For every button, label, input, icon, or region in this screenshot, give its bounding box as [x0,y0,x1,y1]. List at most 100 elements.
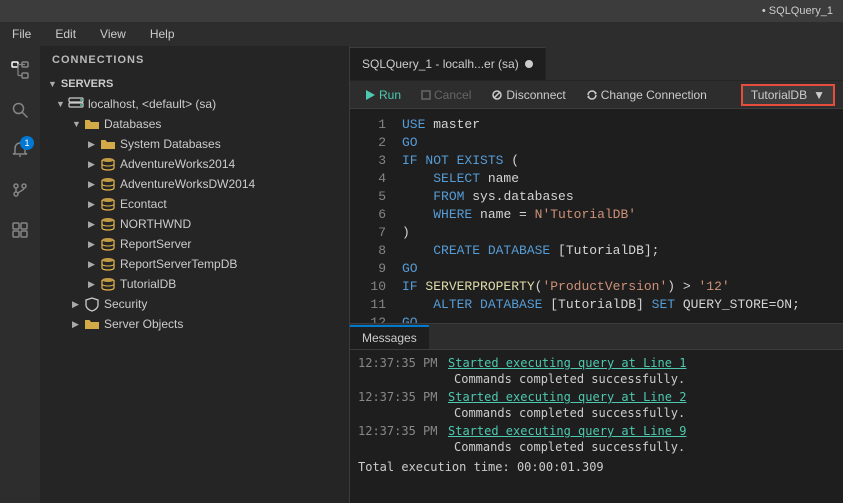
code-token: [TutorialDB]; [550,243,659,258]
tree-label-security: Security [104,297,147,311]
tree-item-server[interactable]: ▼localhost, <default> (sa) [40,94,349,114]
cancel-label: Cancel [434,88,471,102]
line-number-9: 9 [358,261,386,276]
tree-label-reportservertempdb: ReportServerTempDB [120,257,237,271]
git-activity-icon[interactable] [4,174,36,206]
code-content-6[interactable]: WHERE name = N'TutorialDB' [402,207,835,222]
code-token: SELECT [433,171,480,186]
sidebar: CONNECTIONS ▼ SERVERS ▼localhost, <defau… [40,46,350,503]
tree-arrow-databases: ▼ [72,119,84,129]
tree-item-server-objects[interactable]: ▶Server Objects [40,314,349,334]
change-connection-button[interactable]: Change Connection [580,86,713,104]
code-content-11[interactable]: ALTER DATABASE [TutorialDB] SET QUERY_ST… [402,297,835,312]
tree-arrow-system-dbs: ▶ [88,139,100,150]
dropdown-arrow: ▼ [813,88,825,102]
menu-help[interactable]: Help [146,25,179,43]
code-line-9: 9 GO [350,261,843,279]
tree-label-econtact: Econtact [120,197,167,211]
code-editor[interactable]: 1USE master2GO3IF NOT EXISTS (4 SELECT n… [350,109,843,323]
tree-arrow-security: ▶ [72,299,84,310]
tree-icon-system-dbs [100,136,116,152]
tree-arrow-awdw2014: ▶ [88,179,100,190]
code-token [402,189,433,204]
tree-item-tutorialdb[interactable]: ▶TutorialDB [40,274,349,294]
code-content-5[interactable]: FROM sys.databases [402,189,835,204]
tree-item-system-dbs[interactable]: ▶System Databases [40,134,349,154]
disconnect-button[interactable]: Disconnect [485,86,571,104]
sidebar-content: ▼ SERVERS ▼localhost, <default> (sa)▼Dat… [40,74,349,503]
notifications-activity-icon[interactable]: 1 [4,134,36,166]
msg-time-1: 12:37:35 PM [358,390,448,404]
tree-item-econtact[interactable]: ▶Econtact [40,194,349,214]
code-content-4[interactable]: SELECT name [402,171,835,186]
tree-icon-aw2014 [100,156,116,172]
sidebar-title: CONNECTIONS [40,46,349,74]
code-line-6: 6 WHERE name = N'TutorialDB' [350,207,843,225]
code-token: name [480,171,519,186]
code-line-7: 7) [350,225,843,243]
run-button[interactable]: Run [358,86,407,104]
line-number-7: 7 [358,225,386,240]
code-token: master [425,117,480,132]
code-line-2: 2GO [350,135,843,153]
code-content-7[interactable]: ) [402,225,835,240]
editor-tab[interactable]: SQLQuery_1 - localh...er (sa) [350,47,546,80]
tab-bar: SQLQuery_1 - localh...er (sa) [350,46,843,81]
extensions-activity-icon[interactable] [4,214,36,246]
tab-modified-dot [525,60,533,68]
tree-item-awdw2014[interactable]: ▶AdventureWorksDW2014 [40,174,349,194]
message-main-2: 12:37:35 PMStarted executing query at Li… [358,422,835,440]
code-line-8: 8 CREATE DATABASE [TutorialDB]; [350,243,843,261]
messages-tab[interactable]: Messages [350,325,429,349]
tree-icon-server [68,96,84,112]
msg-link-0[interactable]: Started executing query at Line 1 [448,356,686,370]
code-content-10[interactable]: IF SERVERPROPERTY('ProductVersion') > '1… [402,279,835,294]
code-token: GO [402,261,418,276]
connections-activity-icon[interactable] [4,54,36,86]
tree-item-reportservertempdb[interactable]: ▶ReportServerTempDB [40,254,349,274]
connection-dropdown[interactable]: TutorialDB ▼ [741,84,835,106]
tree-icon-reportserver [100,236,116,252]
code-line-5: 5 FROM sys.databases [350,189,843,207]
code-content-8[interactable]: CREATE DATABASE [TutorialDB]; [402,243,835,258]
code-token: N'TutorialDB' [535,207,636,222]
tree-arrow-server: ▼ [56,99,68,109]
code-content-12[interactable]: GO [402,315,835,323]
tree-label-aw2014: AdventureWorks2014 [120,157,235,171]
search-activity-icon[interactable] [4,94,36,126]
line-number-8: 8 [358,243,386,258]
code-token: SET [652,297,675,312]
tree-icon-tutorialdb [100,276,116,292]
code-content-1[interactable]: USE master [402,117,835,132]
tree-item-databases[interactable]: ▼Databases [40,114,349,134]
msg-link-2[interactable]: Started executing query at Line 9 [448,424,686,438]
tree-label-server-objects: Server Objects [104,317,183,331]
code-content-3[interactable]: IF NOT EXISTS ( [402,153,835,168]
tree-icon-awdw2014 [100,176,116,192]
code-token: GO [402,315,418,323]
menu-view[interactable]: View [96,25,130,43]
line-number-11: 11 [358,297,386,312]
code-token: sys.databases [464,189,573,204]
tree-item-reportserver[interactable]: ▶ReportServer [40,234,349,254]
msg-sub-1: Commands completed successfully. [358,406,835,422]
code-token [402,207,433,222]
menu-bar: File Edit View Help [0,22,843,46]
code-token: '12' [699,279,730,294]
code-line-3: 3IF NOT EXISTS ( [350,153,843,171]
tree-item-security[interactable]: ▶ Security [40,294,349,314]
tree-arrow-aw2014: ▶ [88,159,100,170]
tree-label-tutorialdb: TutorialDB [120,277,176,291]
code-token [402,243,433,258]
total-execution-time: Total execution time: 00:00:01.309 [358,456,835,478]
cancel-button[interactable]: Cancel [415,86,477,104]
tree-item-aw2014[interactable]: ▶ AdventureWorks2014 [40,154,349,174]
menu-file[interactable]: File [8,25,35,43]
code-token: CREATE DATABASE [433,243,550,258]
servers-label[interactable]: ▼ SERVERS [40,74,349,94]
menu-edit[interactable]: Edit [51,25,80,43]
code-content-2[interactable]: GO [402,135,835,150]
msg-link-1[interactable]: Started executing query at Line 2 [448,390,686,404]
tree-item-northwnd[interactable]: ▶NORTHWND [40,214,349,234]
code-content-9[interactable]: GO [402,261,835,276]
